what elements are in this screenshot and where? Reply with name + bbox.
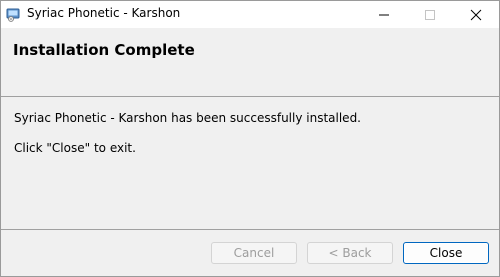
maximize-button: [407, 1, 453, 28]
maximize-icon: [425, 10, 435, 20]
header-panel: Installation Complete: [1, 28, 499, 96]
content-panel: Syriac Phonetic - Karshon has been succe…: [1, 97, 499, 229]
close-window-button[interactable]: [453, 1, 499, 28]
success-message: Syriac Phonetic - Karshon has been succe…: [14, 111, 361, 125]
window-title: Syriac Phonetic - Karshon: [27, 6, 181, 20]
cancel-button[interactable]: Cancel: [211, 242, 297, 264]
back-button[interactable]: < Back: [307, 242, 393, 264]
installer-window: Syriac Phonetic - Karshon Installation C…: [0, 0, 500, 277]
title-bar[interactable]: Syriac Phonetic - Karshon: [1, 1, 499, 28]
footer-divider: [1, 229, 499, 230]
exit-instruction: Click "Close" to exit.: [14, 141, 136, 155]
installer-app-icon: [6, 7, 21, 22]
close-button[interactable]: Close: [403, 242, 489, 264]
close-icon: [470, 9, 482, 21]
minimize-icon: [379, 14, 389, 16]
minimize-button[interactable]: [361, 1, 407, 28]
page-title: Installation Complete: [13, 41, 195, 59]
